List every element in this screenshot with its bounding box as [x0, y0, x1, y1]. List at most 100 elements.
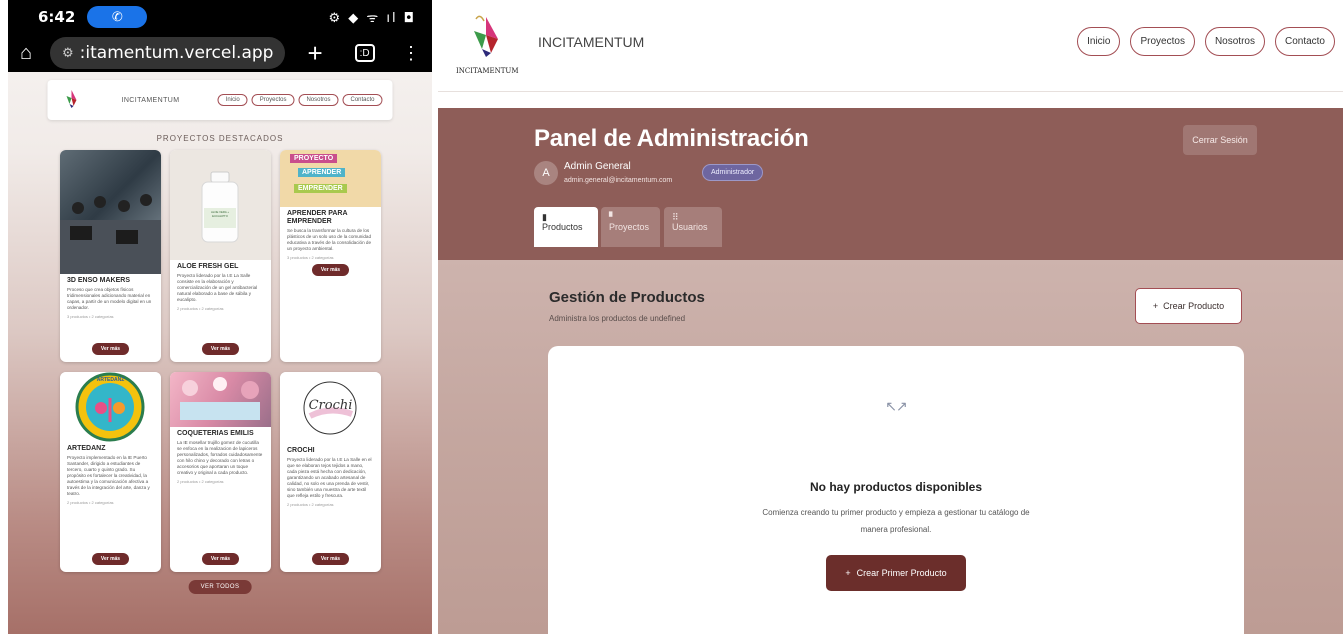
project-title: 3D ENSO MAKERS: [67, 277, 131, 284]
url-text: :itamentum.vercel.app: [79, 43, 274, 63]
nav-inicio[interactable]: Inicio: [1077, 27, 1121, 56]
create-first-product-label: Crear Primer Producto: [856, 568, 947, 578]
project-image: ARTEDANZ: [60, 372, 161, 442]
new-tab-icon[interactable]: +: [307, 38, 322, 69]
nav-contacto[interactable]: Contacto: [1274, 27, 1335, 56]
project-meta: 2 productos • 2 categorías: [177, 479, 224, 484]
expand-icon: ↖↗: [885, 398, 907, 414]
create-first-product-button[interactable]: + Crear Primer Producto: [826, 555, 966, 591]
nav-contacto[interactable]: Contacto: [342, 94, 383, 106]
product-label: ALOE VERA + EUCALIPTO: [210, 210, 230, 218]
banner-line-2: APRENDER: [298, 168, 346, 177]
project-card[interactable]: PROYECTO APRENDER EMPRENDER APRENDER PAR…: [280, 150, 381, 362]
empty-state-description: Comienza creando tu primer producto y em…: [762, 508, 1030, 534]
brand-logo[interactable]: [58, 86, 86, 114]
project-title: COQUETERIAS EMILIS: [177, 430, 254, 437]
project-card[interactable]: 3D ENSO MAKERS Proceso que crea objetos …: [60, 150, 161, 362]
phone-icon[interactable]: ✆: [87, 6, 148, 28]
ver-todos-button[interactable]: VER TODOS: [188, 580, 252, 594]
users-icon: ⠿: [672, 212, 679, 222]
project-card[interactable]: COQUETERIAS EMILIS La IE mosellar trujil…: [170, 372, 271, 572]
products-section: Gestión de Productos Administra los prod…: [438, 260, 1343, 634]
role-badge: Administrador: [702, 164, 764, 181]
section-heading: Gestión de Productos: [549, 289, 705, 306]
plus-icon: +: [1152, 301, 1159, 311]
section-subtitle: Administra los productos de undefined: [549, 314, 686, 323]
user-name: Admin General: [564, 161, 631, 172]
project-meta: 2 productos • 2 categorías: [177, 306, 224, 311]
tab-usuarios[interactable]: ⠿ Usuarios: [664, 207, 722, 247]
nav-proyectos[interactable]: Proyectos: [1130, 27, 1195, 56]
browser-url-bar: ⌂ ⚙ :itamentum.vercel.app + :D ⋮: [8, 34, 432, 72]
project-description: Se busca la transformar la cultura de lo…: [287, 228, 372, 251]
banner-line-1: PROYECTO: [290, 154, 338, 163]
project-title: ARTEDANZ: [67, 445, 106, 452]
project-image: ALOE VERA + EUCALIPTO: [170, 150, 271, 260]
bag-icon: ▮: [542, 212, 547, 222]
project-description: Proyecto liderado por la I.E La Salle co…: [177, 273, 258, 302]
project-image: [170, 372, 271, 427]
nav-nosotros[interactable]: Nosotros: [1204, 27, 1265, 56]
more-vert-icon[interactable]: ⋮: [402, 43, 420, 64]
status-bar: 6:42 ✆ ⚙ ◆ ᯤ ıl ◘: [8, 0, 432, 34]
logout-button[interactable]: Cerrar Sesión: [1183, 125, 1257, 155]
tab-productos[interactable]: ▮ Productos: [534, 207, 598, 247]
admin-header: Panel de Administración A Admin General …: [438, 108, 1343, 260]
project-meta: 2 productos • 2 categorías: [67, 500, 114, 505]
project-image: Crochi: [280, 372, 381, 444]
ver-mas-button[interactable]: Ver más: [311, 264, 350, 276]
project-description: Proceso que crea objetos físicos tridime…: [67, 287, 152, 310]
ver-mas-button[interactable]: Ver más: [91, 553, 130, 565]
tab-label: Productos: [542, 222, 583, 232]
home-icon[interactable]: ⌂: [20, 42, 50, 65]
ver-mas-button[interactable]: Ver más: [91, 343, 130, 355]
ver-mas-button[interactable]: Ver más: [201, 553, 240, 565]
status-icons: ⚙ ◆ ᯤ ıl ◘: [328, 11, 416, 26]
desktop-screenshot: INCITAMENTUM INCITAMENTUM Inicio Proyect…: [438, 0, 1343, 634]
desktop-navbar: INCITAMENTUM INCITAMENTUM Inicio Proyect…: [438, 0, 1343, 92]
projects-grid: 3D ENSO MAKERS Proceso que crea objetos …: [60, 150, 382, 572]
tab-label: Usuarios: [672, 222, 708, 232]
mobile-navbar: INCITAMENTUM Inicio Proyectos Nosotros C…: [47, 80, 393, 120]
nav-inicio[interactable]: Inicio: [217, 94, 248, 106]
project-description: Proyecto liderado por la I.E La Salle en…: [287, 457, 372, 498]
project-description: La IE mosellar trujillo gomez de cucutil…: [177, 440, 263, 475]
tab-proyectos[interactable]: ▘ Proyectos: [601, 207, 660, 247]
page-title: Panel de Administración: [534, 125, 809, 152]
ver-mas-button[interactable]: Ver más: [311, 553, 350, 565]
project-meta: 3 productos • 2 categorías: [67, 314, 114, 319]
brand-logo[interactable]: INCITAMENTUM: [456, 11, 519, 81]
tabs-button[interactable]: :D: [354, 44, 375, 62]
brand-name[interactable]: INCITAMENTUM: [122, 97, 180, 104]
folder-icon: ▘: [609, 212, 616, 222]
nav-nosotros[interactable]: Nosotros: [298, 94, 339, 106]
project-card[interactable]: Crochi CROCHI Proyecto liderado por la I…: [280, 372, 381, 572]
project-title: APRENDER PARA EMPRENDER: [287, 210, 348, 225]
empty-state-card: ↖↗ No hay productos disponibles Comienza…: [548, 346, 1244, 634]
phone-screenshot: 6:42 ✆ ⚙ ◆ ᯤ ıl ◘ ⌂ ⚙ :itamentum.vercel.…: [8, 0, 432, 634]
avatar: A: [534, 161, 558, 185]
tab-label: Proyectos: [609, 222, 650, 232]
user-email: admin.general@incitamentum.com: [564, 177, 673, 184]
logo-text: INCITAMENTUM: [456, 66, 519, 75]
plus-icon: +: [845, 568, 851, 578]
create-product-label: Crear Producto: [1163, 301, 1225, 311]
ver-mas-button[interactable]: Ver más: [201, 343, 240, 355]
site-settings-icon[interactable]: ⚙: [62, 46, 74, 61]
project-image: PROYECTO APRENDER EMPRENDER: [280, 150, 381, 207]
project-title: CROCHI: [287, 447, 315, 454]
project-meta: 2 productos • 2 categorías: [287, 502, 334, 507]
project-meta: 3 productos • 2 categorías: [287, 255, 334, 260]
mobile-page: INCITAMENTUM Inicio Proyectos Nosotros C…: [8, 72, 432, 634]
project-card[interactable]: ALOE VERA + EUCALIPTO ALOE FRESH GEL Pro…: [170, 150, 271, 362]
project-image: [60, 150, 161, 274]
brand-name[interactable]: INCITAMENTUM: [538, 34, 644, 50]
banner-line-3: EMPRENDER: [294, 184, 347, 193]
create-product-button[interactable]: + Crear Producto: [1135, 288, 1242, 324]
nav-proyectos[interactable]: Proyectos: [251, 94, 295, 106]
logo-text: ARTEDANZ: [96, 377, 125, 383]
project-title: ALOE FRESH GEL: [177, 263, 239, 270]
project-card[interactable]: ARTEDANZ ARTEDANZ Proyecto implementado …: [60, 372, 161, 572]
url-field[interactable]: ⚙ :itamentum.vercel.app: [50, 37, 286, 69]
status-time: 6:42: [38, 8, 76, 26]
